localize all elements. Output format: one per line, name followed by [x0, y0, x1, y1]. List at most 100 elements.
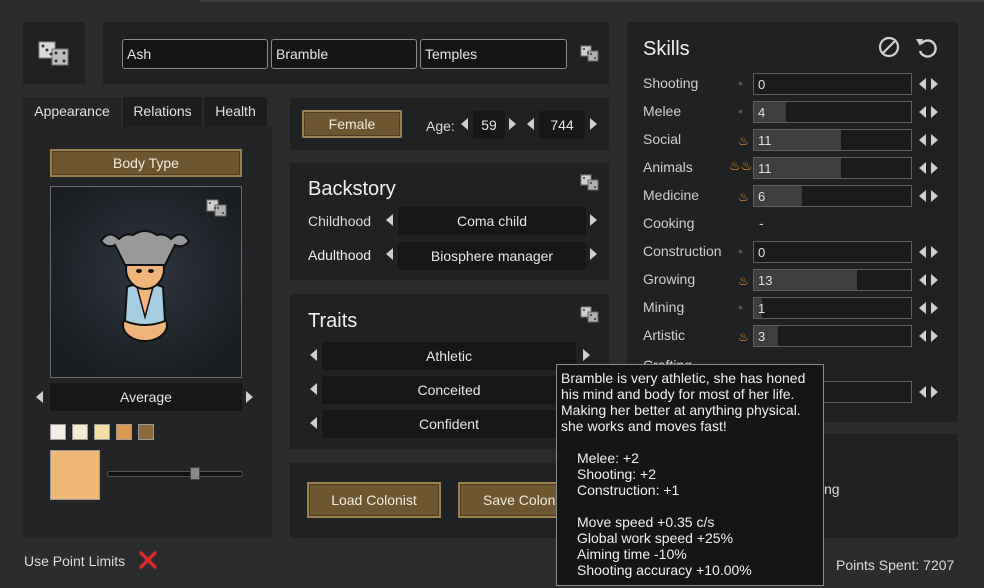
skill-decrease-arrow-icon[interactable] — [919, 274, 926, 286]
skill-level-value: 4 — [758, 105, 766, 120]
trait-1-next-arrow-icon[interactable] — [583, 349, 590, 361]
skill-crafting-up-arrow-icon[interactable] — [931, 386, 938, 398]
skill-level-bar[interactable]: 3 — [753, 325, 912, 347]
childhood-prev-arrow-icon[interactable] — [386, 214, 393, 226]
skill-decrease-arrow-icon[interactable] — [919, 78, 926, 90]
skill-level-bar[interactable]: 4 — [753, 101, 912, 123]
adulthood-next-arrow-icon[interactable] — [590, 248, 597, 260]
no-passion-flame-icon[interactable]: • — [738, 75, 743, 91]
skill-decrease-arrow-icon[interactable] — [919, 162, 926, 174]
reset-icon[interactable] — [914, 36, 938, 58]
skill-level-bar[interactable]: 13 — [753, 269, 912, 291]
major-passion-flame-icon[interactable]: ♨♨ — [729, 158, 752, 174]
skin-slider[interactable] — [107, 471, 243, 477]
minor-passion-flame-icon[interactable]: ♨ — [738, 190, 749, 204]
skill-decrease-arrow-icon[interactable] — [919, 134, 926, 146]
skill-decrease-arrow-icon[interactable] — [919, 190, 926, 202]
skin-swatch[interactable] — [116, 424, 132, 440]
skill-increase-arrow-icon[interactable] — [931, 162, 938, 174]
skin-swatch[interactable] — [72, 424, 88, 440]
skill-increase-arrow-icon[interactable] — [931, 134, 938, 146]
skill-level-bar[interactable]: 11 — [753, 157, 912, 179]
skill-name: Mining — [643, 299, 685, 315]
trait-3-prev-arrow-icon[interactable] — [310, 417, 317, 429]
tab-health[interactable]: Health — [204, 97, 267, 127]
skill-increase-arrow-icon[interactable] — [931, 330, 938, 342]
bio-age-down-arrow-icon[interactable] — [461, 118, 468, 130]
tooltip-stat-line: Melee: +2 — [577, 450, 639, 466]
trait-2-prev-arrow-icon[interactable] — [310, 383, 317, 395]
nick-name-input[interactable]: Bramble — [271, 39, 417, 69]
randomize-backstory-dice-icon[interactable] — [580, 174, 600, 192]
top-strip — [200, 0, 984, 2]
skin-swatch[interactable] — [50, 424, 66, 440]
childhood-next-arrow-icon[interactable] — [590, 214, 597, 226]
no-passion-flame-icon[interactable]: • — [738, 103, 743, 119]
skill-level-bar[interactable]: 0 — [753, 73, 912, 95]
skin-swatch[interactable] — [94, 424, 110, 440]
head-type-selector[interactable]: Average — [50, 383, 242, 411]
skill-level-value: 0 — [758, 77, 766, 92]
skill-name: Construction — [643, 243, 722, 259]
skill-level-bar[interactable]: 1 — [753, 297, 912, 319]
close-x-icon[interactable] — [138, 550, 158, 570]
head-next-arrow-icon[interactable] — [246, 391, 253, 403]
gender-button[interactable]: Female — [302, 110, 402, 138]
skill-decrease-arrow-icon[interactable] — [919, 106, 926, 118]
chrono-age-down-arrow-icon[interactable] — [527, 118, 534, 130]
bio-age-value[interactable]: 59 — [473, 111, 505, 139]
skill-increase-arrow-icon[interactable] — [931, 274, 938, 286]
skill-decrease-arrow-icon[interactable] — [919, 302, 926, 314]
childhood-selector[interactable]: Coma child — [398, 207, 586, 235]
tooltip-effect-line: Global work speed +25% — [577, 530, 734, 546]
adulthood-label: Adulthood — [308, 247, 372, 263]
no-symbol-icon[interactable] — [878, 36, 900, 58]
tab-appearance[interactable]: Appearance — [23, 97, 121, 127]
tooltip-stat-line: Shooting: +2 — [577, 466, 657, 482]
randomize-portrait-dice-icon[interactable] — [206, 199, 228, 217]
trait-1-selector[interactable]: Athletic — [322, 342, 576, 370]
chrono-age-up-arrow-icon[interactable] — [590, 118, 597, 130]
head-prev-arrow-icon[interactable] — [36, 391, 43, 403]
trait-2-selector[interactable]: Conceited — [322, 376, 576, 404]
adulthood-selector[interactable]: Biosphere manager — [398, 242, 586, 270]
adulthood-prev-arrow-icon[interactable] — [386, 248, 393, 260]
skill-increase-arrow-icon[interactable] — [931, 190, 938, 202]
skin-slider-handle[interactable] — [190, 467, 200, 480]
skill-level-bar[interactable]: 6 — [753, 185, 912, 207]
backstory-title: Backstory — [308, 178, 396, 200]
tooltip-effect-line: Aiming time -10% — [577, 546, 687, 562]
skill-level-bar[interactable]: 0 — [753, 241, 912, 263]
body-type-button[interactable]: Body Type — [50, 149, 242, 177]
chrono-age-value[interactable]: 744 — [539, 111, 585, 139]
skill-decrease-arrow-icon[interactable] — [919, 246, 926, 258]
skill-increase-arrow-icon[interactable] — [931, 78, 938, 90]
minor-passion-flame-icon[interactable]: ♨ — [738, 330, 749, 344]
dice-icon[interactable] — [38, 40, 70, 68]
trait-tooltip: Bramble is very athletic, she has honed … — [556, 364, 824, 586]
minor-passion-flame-icon[interactable]: ♨ — [738, 274, 749, 288]
skill-increase-arrow-icon[interactable] — [931, 246, 938, 258]
skill-level-bar[interactable]: 11 — [753, 129, 912, 151]
skin-swatch[interactable] — [138, 424, 154, 440]
randomize-name-dice-icon[interactable] — [580, 45, 600, 63]
trait-3-selector[interactable]: Confident — [322, 410, 576, 438]
skill-row-cooking: Cooking - — [643, 213, 943, 235]
no-passion-flame-icon[interactable]: • — [738, 243, 743, 259]
skill-crafting-down-arrow-icon[interactable] — [919, 386, 926, 398]
skill-increase-arrow-icon[interactable] — [931, 106, 938, 118]
no-passion-flame-icon[interactable]: • — [738, 299, 743, 315]
tab-relations[interactable]: Relations — [123, 97, 202, 127]
minor-passion-flame-icon[interactable]: ♨ — [738, 134, 749, 148]
randomize-traits-dice-icon[interactable] — [580, 306, 600, 324]
skill-name: Shooting — [643, 75, 699, 91]
bio-age-up-arrow-icon[interactable] — [509, 118, 516, 130]
trait-1-prev-arrow-icon[interactable] — [310, 349, 317, 361]
skill-increase-arrow-icon[interactable] — [931, 302, 938, 314]
skill-name: Animals — [643, 159, 693, 175]
first-name-input[interactable]: Ash — [122, 39, 268, 69]
last-name-input[interactable]: Temples — [420, 39, 567, 69]
skill-decrease-arrow-icon[interactable] — [919, 330, 926, 342]
skill-name: Cooking — [643, 215, 695, 231]
load-colonist-button[interactable]: Load Colonist — [307, 482, 441, 518]
